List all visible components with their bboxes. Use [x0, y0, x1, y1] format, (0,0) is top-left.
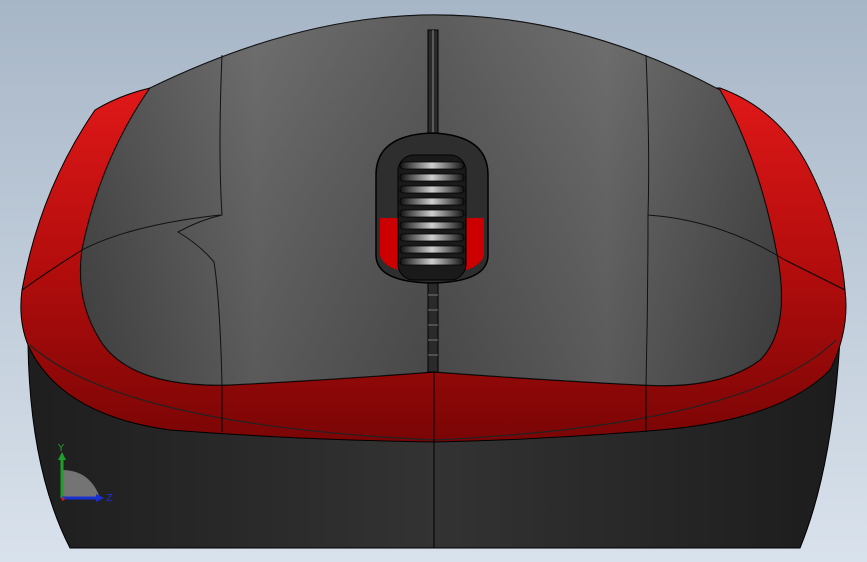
- scroll-wheel[interactable]: [397, 154, 467, 281]
- triad-z-label: Z: [106, 493, 113, 504]
- triad-z-arrow: [96, 494, 104, 502]
- cad-viewport[interactable]: [0, 0, 867, 562]
- coordinate-triad: Y Z: [57, 443, 113, 504]
- triad-x-axis: [60, 496, 66, 502]
- triad-plane-wedge: [62, 470, 100, 498]
- triad-y-label: Y: [57, 443, 65, 454]
